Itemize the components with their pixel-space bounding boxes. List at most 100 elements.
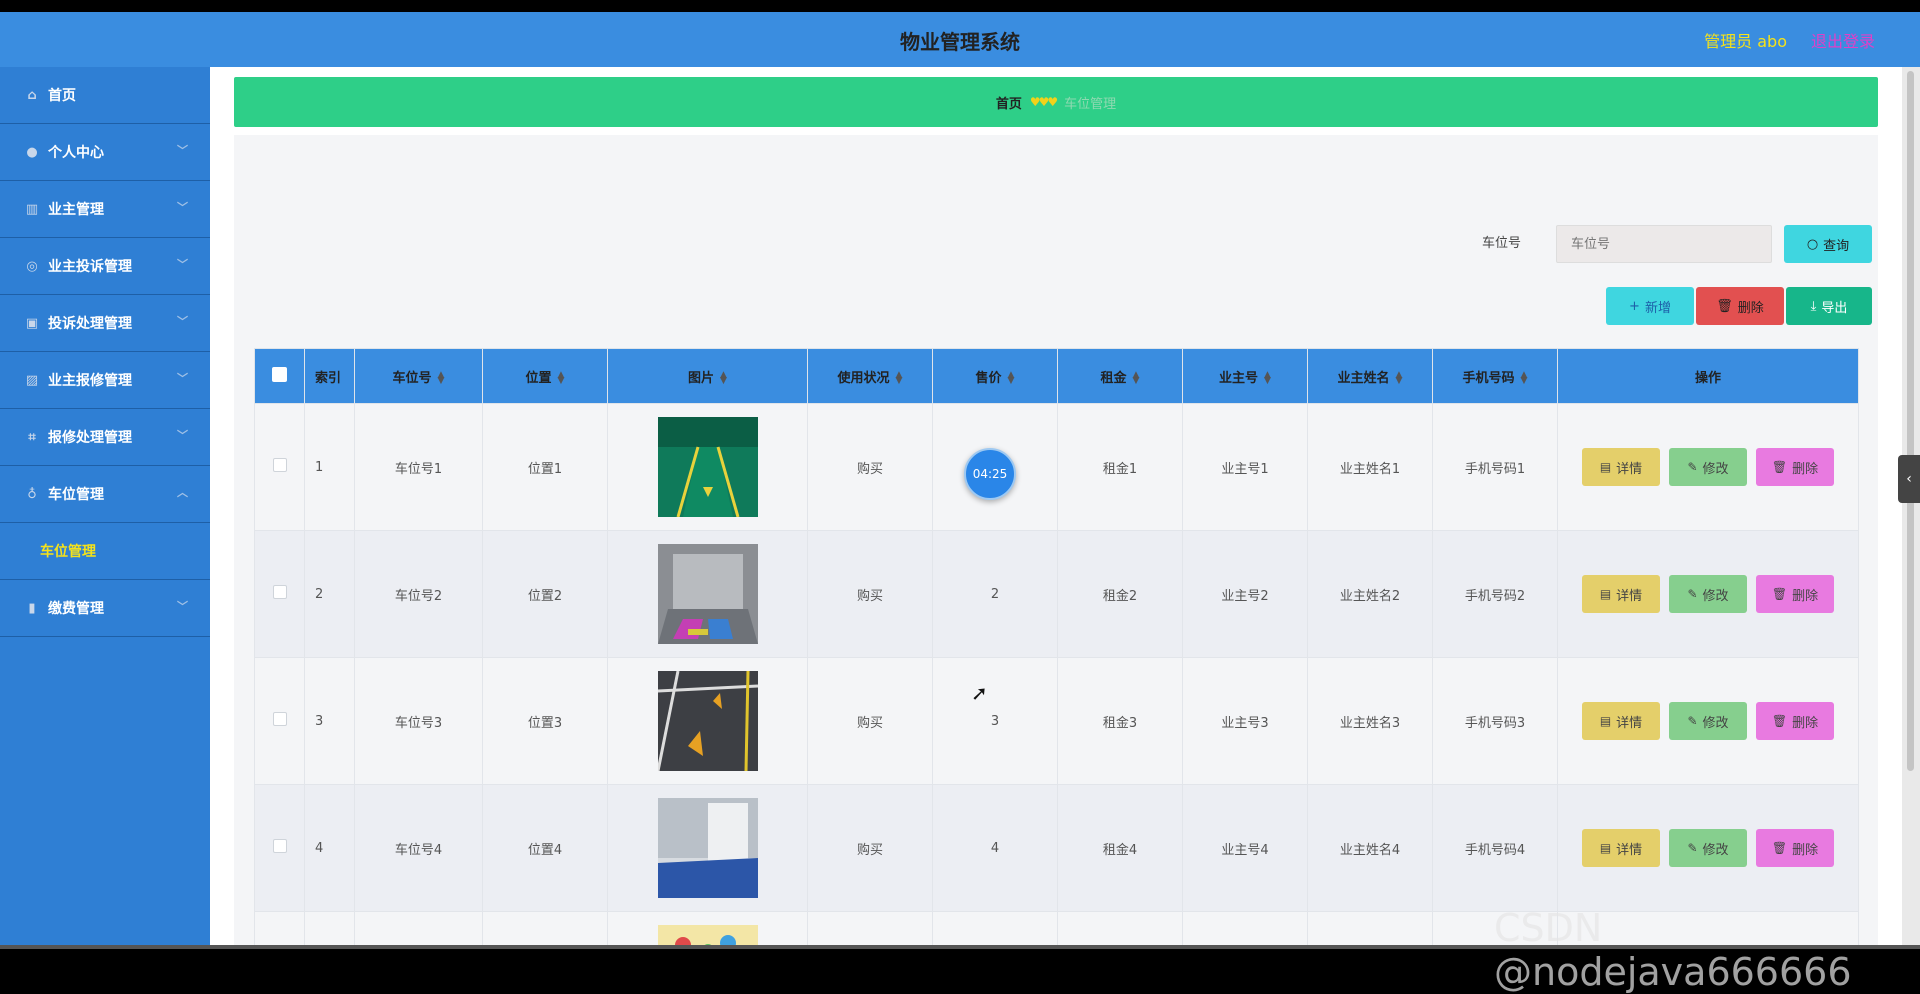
detail-button[interactable]: ▤ 详情 <box>1582 702 1660 740</box>
space-cell: 车位号2 <box>354 530 483 658</box>
sort-icon[interactable]: ▲ ▼ <box>1008 371 1015 386</box>
table-row: 4 车位号4 位置4 购买 4 租金4 业主号4 业主姓名4 手机号码4 ▤ 详情 ✎ 修改 🗑 删除 <box>254 784 1859 912</box>
sort-icon[interactable]: ▲ ▼ <box>896 371 903 386</box>
sort-icon[interactable]: ▲ ▼ <box>1521 371 1528 386</box>
owner-name-cell: 业主姓名2 <box>1307 530 1433 658</box>
sort-icon[interactable]: ▲ ▼ <box>720 371 727 386</box>
col-image[interactable]: 图片 ▲ ▼ <box>607 348 808 404</box>
vertical-scrollbar[interactable] <box>1902 67 1920 945</box>
space-cell: 车位号1 <box>354 403 483 531</box>
col-space[interactable]: 车位号 ▲ ▼ <box>354 348 483 404</box>
sort-icon[interactable]: ▲ ▼ <box>1264 371 1271 386</box>
edit-button[interactable]: ✎ 修改 <box>1669 575 1747 613</box>
image-cell <box>607 657 808 785</box>
row-select-cell[interactable] <box>254 530 305 658</box>
edit-button[interactable]: ✎ 修改 <box>1669 702 1747 740</box>
export-button[interactable]: ⤓ 导出 <box>1786 287 1872 325</box>
detail-label: 详情 <box>1616 842 1643 858</box>
document-icon: ▤ <box>1599 714 1612 728</box>
sort-icon[interactable]: ▲ ▼ <box>438 371 445 386</box>
collapse-panel-button[interactable]: ‹ <box>1898 455 1920 503</box>
sidebar-subitem-parking[interactable]: 车位管理 <box>0 523 210 580</box>
add-button-label: 新增 <box>1644 300 1671 316</box>
trash-icon: 🗑 <box>1716 298 1733 314</box>
select-all-checkbox[interactable] <box>272 366 287 382</box>
index-cell: 3 <box>304 657 355 785</box>
row-checkbox[interactable] <box>272 712 287 726</box>
breadcrumb-home[interactable]: 首页 <box>996 93 1022 112</box>
sort-icon[interactable]: ▲ ▼ <box>1133 371 1140 386</box>
image-cell <box>607 530 808 658</box>
logout-link[interactable]: 退出登录 <box>1811 28 1875 52</box>
sidebar-item-label: 个人中心 <box>48 145 104 161</box>
delete-button-label: 删除 <box>1737 300 1764 316</box>
sidebar-item-complaint-handling[interactable]: ▣ 投诉处理管理 ﹀ <box>0 295 210 352</box>
sidebar-item-label: 投诉处理管理 <box>48 316 132 332</box>
sidebar-item-owners[interactable]: ▥ 业主管理 ﹀ <box>0 181 210 238</box>
select-all-cell[interactable] <box>254 348 305 404</box>
parking-thumbnail <box>657 544 758 644</box>
user-icon: ● <box>26 144 38 160</box>
chevron-up-icon: ︿ <box>177 486 188 499</box>
sidebar-item-label: 业主报修管理 <box>48 373 132 389</box>
row-checkbox[interactable] <box>272 839 287 853</box>
price-cell: 4 <box>932 784 1058 912</box>
sidebar-item-home[interactable]: ⌂ 首页 <box>0 67 210 124</box>
plus-icon: + <box>1629 298 1640 314</box>
col-location[interactable]: 位置 ▲ ▼ <box>482 348 608 404</box>
space-cell: 车位号3 <box>354 657 483 785</box>
edit-button[interactable]: ✎ 修改 <box>1669 448 1747 486</box>
col-owner-name[interactable]: 业主姓名 ▲ ▼ <box>1307 348 1433 404</box>
location-cell: 位置3 <box>482 657 608 785</box>
col-owner-no[interactable]: 业主号 ▲ ▼ <box>1182 348 1308 404</box>
sidebar-item-repairs[interactable]: ▨ 业主报修管理 ﹀ <box>0 352 210 409</box>
batch-delete-button[interactable]: 🗑 删除 <box>1696 287 1784 325</box>
parking-thumbnail <box>657 671 758 771</box>
search-input[interactable] <box>1556 225 1772 263</box>
col-label: 手机号码 <box>1462 370 1515 386</box>
col-rent[interactable]: 租金 ▲ ▼ <box>1057 348 1183 404</box>
row-select-cell[interactable] <box>254 784 305 912</box>
table-row: 3 车位号3 位置3 购买 3 租金3 业主号3 业主姓名3 手机号码3 ▤ 详情 ✎ 修改 🗑 删除 <box>254 657 1859 785</box>
delete-button[interactable]: 🗑 删除 <box>1756 829 1834 867</box>
building-icon: ▥ <box>25 201 39 217</box>
status-cell: 购买 <box>807 403 933 531</box>
add-button[interactable]: + 新增 <box>1606 287 1694 325</box>
delete-button[interactable]: 🗑 删除 <box>1756 575 1834 613</box>
sidebar-item-profile[interactable]: ● 个人中心 ﹀ <box>0 124 210 181</box>
search-button[interactable]: ○ 查询 <box>1784 225 1872 263</box>
sort-icon[interactable]: ▲ ▼ <box>558 371 565 386</box>
detail-button[interactable]: ▤ 详情 <box>1582 448 1660 486</box>
row-select-cell[interactable] <box>254 911 305 945</box>
row-checkbox[interactable] <box>272 458 287 472</box>
row-select-cell[interactable] <box>254 403 305 531</box>
owner-name-cell: 业主姓名4 <box>1307 784 1433 912</box>
col-phone[interactable]: 手机号码 ▲ ▼ <box>1432 348 1558 404</box>
col-label: 使用状况 <box>837 370 890 386</box>
breadcrumb-current: 车位管理 <box>1064 96 1117 112</box>
watermark: CSDN @nodejava666666 <box>1494 906 1852 994</box>
phone-cell: 手机号码1 <box>1432 403 1558 531</box>
detail-button[interactable]: ▤ 详情 <box>1582 829 1660 867</box>
delete-button[interactable]: 🗑 删除 <box>1756 448 1834 486</box>
sidebar-item-complaints[interactable]: ◎ 业主投诉管理 ﹀ <box>0 238 210 295</box>
row-checkbox[interactable] <box>272 585 287 599</box>
col-status[interactable]: 使用状况 ▲ ▼ <box>807 348 933 404</box>
detail-button[interactable]: ▤ 详情 <box>1582 575 1660 613</box>
sidebar-item-repair-handling[interactable]: ⌗ 报修处理管理 ﹀ <box>0 409 210 466</box>
detail-label: 详情 <box>1616 461 1643 477</box>
sidebar-item-parking[interactable]: ♁ 车位管理 ︿ <box>0 466 210 523</box>
scrollbar-thumb[interactable] <box>1907 71 1914 771</box>
edit-label: 修改 <box>1702 588 1729 604</box>
owner-no-cell: 业主号2 <box>1182 530 1308 658</box>
row-select-cell[interactable] <box>254 657 305 785</box>
col-price[interactable]: 售价 ▲ ▼ <box>932 348 1058 404</box>
delete-button[interactable]: 🗑 删除 <box>1756 702 1834 740</box>
sidebar-item-fees[interactable]: ▮ 缴费管理 ﹀ <box>0 580 210 637</box>
actions-cell: ▤ 详情 ✎ 修改 🗑 删除 <box>1557 784 1859 912</box>
edit-button[interactable]: ✎ 修改 <box>1669 829 1747 867</box>
sort-icon[interactable]: ▲ ▼ <box>1396 371 1403 386</box>
phone-cell: 手机号码3 <box>1432 657 1558 785</box>
image-cell <box>607 911 808 945</box>
pencil-icon: ✎ <box>1687 587 1698 601</box>
